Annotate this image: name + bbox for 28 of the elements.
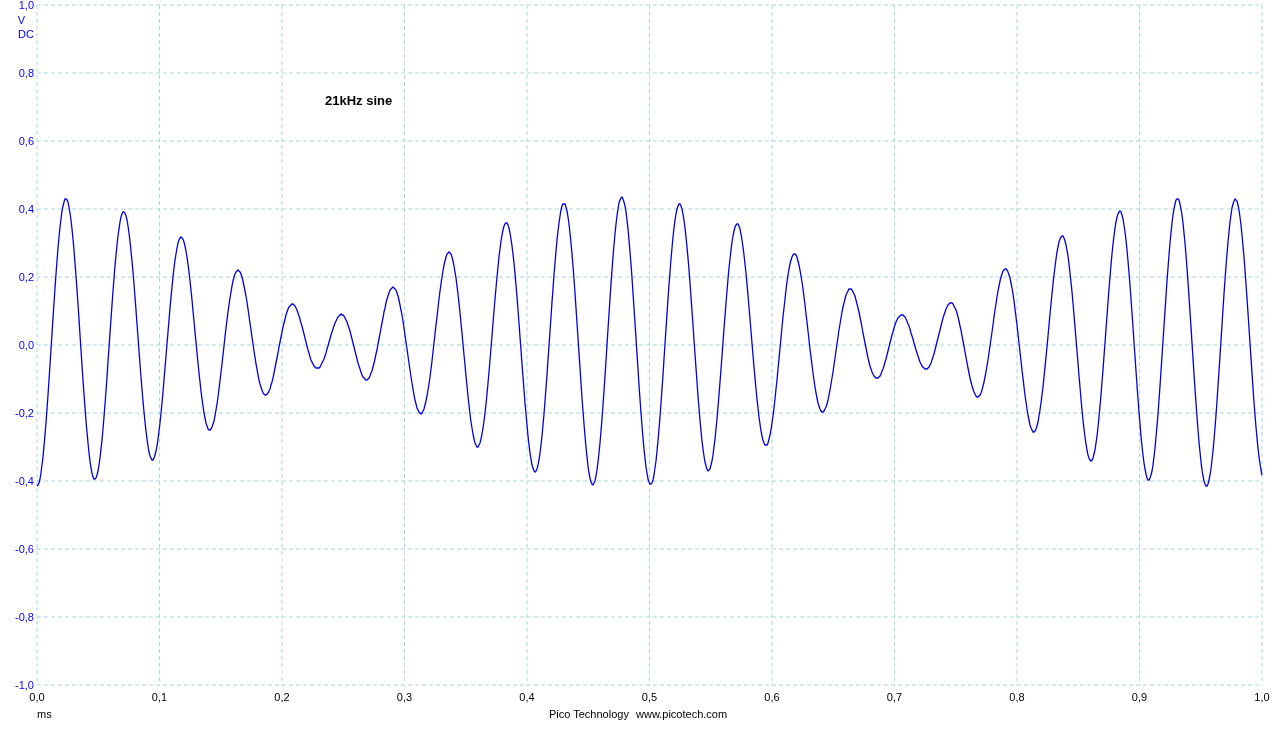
x-axis-unit: ms [37,707,52,721]
x-axis-tick-label: 0,2 [273,690,291,704]
y-axis-tick-label: 1,0 [18,0,34,12]
x-axis-tick-label: 0,3 [395,690,414,704]
y-axis-tick-label: -0,4 [15,474,34,488]
y-axis-tick-label: -0,2 [15,406,34,420]
x-axis-tick-label: 0,0 [28,691,46,704]
x-axis-tick-label: 0,8 [1008,690,1026,704]
x-axis-tick-label: 0,1 [150,690,169,704]
company-name: Pico Technology [549,707,629,721]
y-axis-tick-label: 0,6 [18,134,34,148]
x-axis-tick-label: 0,6 [763,690,781,704]
website-text: www.picotech.com [636,707,728,721]
coupling-label: DC [18,27,34,41]
y-axis-tick-label: -0,6 [15,542,34,556]
x-axis-tick-label: 0,9 [1130,690,1149,704]
y-axis-tick-label: 0,4 [18,202,34,216]
x-axis-tick-label: 1,0 [1253,690,1271,704]
y-axis-tick-label: -0,8 [15,610,34,624]
y-axis-tick-label: -1,0 [15,678,34,692]
x-axis-tick-label: 0,7 [885,690,904,704]
x-axis-tick-label: 0,5 [640,690,659,704]
y-axis-tick-label: 0,2 [18,270,34,284]
y-axis-tick-label: 0,0 [18,338,34,352]
waveform-label: 21kHz sine [325,92,393,110]
x-axis-tick-label: 0,4 [518,690,536,704]
y-axis-unit: V [17,13,25,27]
y-axis-tick-label: 0,8 [18,66,34,80]
